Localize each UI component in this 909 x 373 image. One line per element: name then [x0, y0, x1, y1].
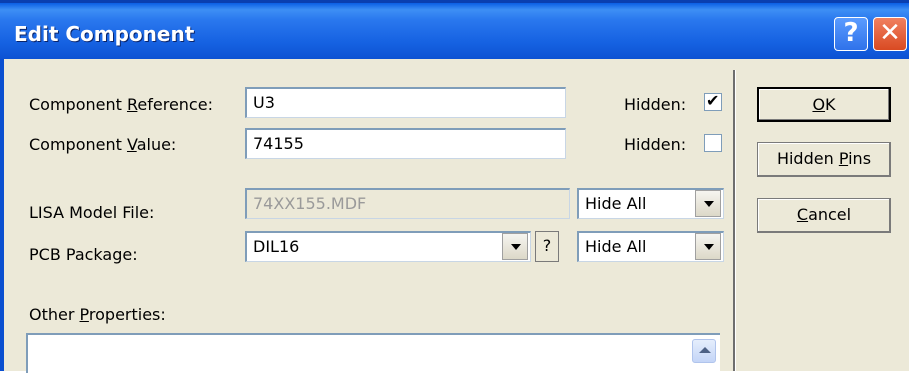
title-bar[interactable]: Edit Component ? ✕ [0, 0, 909, 59]
lisa-model-file-input: 74XX155.MDF [245, 188, 570, 219]
close-button[interactable]: ✕ [873, 17, 907, 51]
value-hidden-checkbox[interactable] [704, 134, 722, 152]
checkmark-icon: ✔ [706, 91, 720, 110]
vertical-divider [733, 70, 736, 371]
hidden-pins-button[interactable]: Hidden Pins [757, 142, 891, 177]
reference-hidden-checkbox[interactable]: ✔ [704, 91, 722, 111]
window-frame-left [0, 59, 4, 371]
component-value-label: Component Value: [29, 135, 177, 154]
reference-hidden-label: Hidden: [624, 95, 687, 114]
scroll-up-icon[interactable] [692, 339, 716, 363]
pcb-visibility-value: Hide All [585, 237, 647, 256]
lisa-visibility-dropdown-icon[interactable] [695, 190, 721, 217]
pcb-package-value: DIL16 [253, 237, 300, 256]
pcb-package-label: PCB Package: [29, 245, 138, 264]
pcb-package-help-button[interactable]: ? [535, 231, 559, 262]
window-title: Edit Component [14, 22, 195, 46]
other-properties-label: Other Properties: [29, 305, 166, 324]
lisa-visibility-value: Hide All [585, 194, 647, 213]
pcb-visibility-dropdown-icon[interactable] [695, 233, 721, 260]
help-icon: ? [843, 18, 859, 48]
pcb-package-dropdown-icon[interactable] [502, 233, 528, 260]
ok-button[interactable]: OK [757, 87, 891, 122]
component-value-input[interactable]: 74155 [245, 128, 566, 159]
edit-component-dialog: Edit Component ? ✕ Component Reference: … [0, 0, 909, 373]
close-icon: ✕ [879, 18, 901, 48]
pcb-package-select[interactable]: DIL16 [245, 231, 531, 262]
help-button[interactable]: ? [834, 17, 868, 51]
cancel-button[interactable]: Cancel [757, 198, 891, 233]
lisa-model-file-label: LISA Model File: [29, 203, 155, 222]
component-reference-input[interactable]: U3 [245, 87, 566, 118]
component-reference-label: Component Reference: [29, 95, 213, 114]
other-properties-textarea[interactable] [26, 333, 720, 373]
value-hidden-label: Hidden: [624, 135, 687, 154]
